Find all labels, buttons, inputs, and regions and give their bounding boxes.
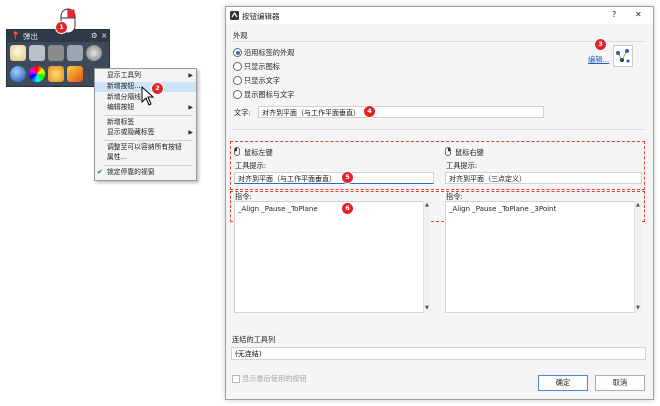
menu-separator xyxy=(103,165,193,166)
left-mouse-title: 鼠标左键 xyxy=(244,148,273,157)
menu-item-properties[interactable]: 属性... xyxy=(95,153,196,163)
linked-toolbar-label: 连结的工具列 xyxy=(232,335,276,344)
menu-item-new-tab[interactable]: 新增标签 xyxy=(95,118,196,128)
appearance-group-label: 外观 xyxy=(233,31,248,40)
chevron-down-icon: ⌄ xyxy=(235,349,241,356)
step-badge-4: 4 xyxy=(363,105,376,118)
analysis-icon[interactable] xyxy=(67,66,83,82)
cursor-icon xyxy=(141,86,155,106)
dialog-titlebar[interactable]: 按钮编辑器 ? ✕ xyxy=(226,7,653,24)
dialog-title: 按钮编辑器 xyxy=(242,12,280,21)
left-command-textarea[interactable]: _Align _Pause _ToPlane xyxy=(234,201,424,313)
gear-icon[interactable]: ⚙ xyxy=(91,31,98,40)
radio-text-only-label[interactable]: 只显示文字 xyxy=(244,76,280,86)
radio-icon-and-text-label[interactable]: 显示图标与文字 xyxy=(244,90,294,100)
viewport-icon[interactable] xyxy=(86,45,102,61)
lock-icon[interactable] xyxy=(29,45,45,61)
step-badge-6: 6 xyxy=(341,202,354,215)
lightbulb-icon[interactable] xyxy=(10,45,26,61)
button-editor-dialog: 按钮编辑器 ? ✕ 外观 沿用标签的外观 只显示图标 只显示文字 显示图标与文字… xyxy=(225,6,654,400)
pin-icon[interactable]: 📍 xyxy=(11,31,20,40)
help-button[interactable]: ? xyxy=(612,10,616,19)
close-icon[interactable]: × xyxy=(101,31,107,40)
radio-icon-only-label[interactable]: 只显示图标 xyxy=(244,62,280,72)
divider xyxy=(231,41,645,42)
step-badge-3: 3 xyxy=(594,38,607,51)
color-wheel-icon[interactable] xyxy=(29,66,45,82)
linked-toolbar-select[interactable]: (无连结) ⌄ xyxy=(231,347,646,360)
radio-inherit-tab[interactable] xyxy=(233,48,242,57)
submenu-arrow-icon: ▶ xyxy=(188,129,193,136)
radio-inherit-tab-label[interactable]: 沿用标签的外观 xyxy=(244,48,294,58)
render-sphere-icon[interactable] xyxy=(10,66,26,82)
menu-item-lock-docked[interactable]: ✔ 锁定停靠的视窗 xyxy=(95,168,196,178)
right-mouse-title: 鼠标右键 xyxy=(455,148,484,157)
edit-icon-link[interactable]: 编辑... xyxy=(588,55,609,65)
show-last-checkbox[interactable] xyxy=(232,375,240,383)
sun-icon[interactable] xyxy=(48,66,64,82)
radio-icon-and-text[interactable] xyxy=(233,90,242,99)
align-to-plane-icon[interactable] xyxy=(613,45,633,67)
left-tooltip-label: 工具提示: xyxy=(235,161,267,170)
step-badge-1: 1 xyxy=(55,21,68,34)
right-tooltip-label: 工具提示: xyxy=(446,161,478,170)
radio-icon-only[interactable] xyxy=(233,62,242,71)
menu-item-show-toolbar[interactable]: 显示工具列 ▶ xyxy=(95,71,196,81)
menu-item-show-hide-tabs[interactable]: 显示或隐藏标签 ▶ xyxy=(95,128,196,138)
cancel-button[interactable]: 取消 xyxy=(595,375,645,391)
divider xyxy=(231,129,645,130)
toolbar-title: 弹出 xyxy=(23,32,38,41)
menu-separator xyxy=(103,115,193,116)
save-icon[interactable] xyxy=(48,45,64,61)
checkmark-icon: ✔ xyxy=(97,168,103,176)
right-tooltip-field[interactable]: 对齐到平面（三点定义） xyxy=(445,172,642,184)
right-command-textarea[interactable]: _Align _Pause _ToPlane _3Point xyxy=(445,201,635,313)
menu-separator xyxy=(103,140,193,141)
ok-button[interactable]: 确定 xyxy=(538,375,588,391)
left-command-scrollbar[interactable]: ▲ ▼ xyxy=(423,201,430,312)
submenu-arrow-icon: ▶ xyxy=(188,104,193,111)
text-field[interactable]: 对齐到平面（与工作平面垂直） xyxy=(258,106,544,118)
show-last-label: 显示最后使用的按钮 xyxy=(242,374,307,383)
close-button[interactable]: ✕ xyxy=(635,10,642,19)
submenu-arrow-icon: ▶ xyxy=(188,72,193,79)
right-command-scrollbar[interactable]: ▲ ▼ xyxy=(634,201,641,312)
app-icon xyxy=(230,11,239,20)
toolbar-context-menu: 显示工具列 ▶ 新增按钮... 新增分隔线 编辑按钮 ▶ 新增标签 显示或隐藏标签 ▶… xyxy=(94,68,197,181)
menu-item-fit-buttons[interactable]: 调整至可以容纳所有按钮 xyxy=(95,143,196,153)
text-label: 文字: xyxy=(234,108,251,117)
left-tooltip-field[interactable]: 对齐到平面（与工作平面垂直） xyxy=(234,172,434,184)
step-badge-5: 5 xyxy=(341,171,354,184)
zoom-window-icon[interactable] xyxy=(67,45,83,61)
radio-text-only[interactable] xyxy=(233,76,242,85)
left-mouse-icon xyxy=(234,147,240,156)
right-mouse-icon xyxy=(445,147,451,156)
